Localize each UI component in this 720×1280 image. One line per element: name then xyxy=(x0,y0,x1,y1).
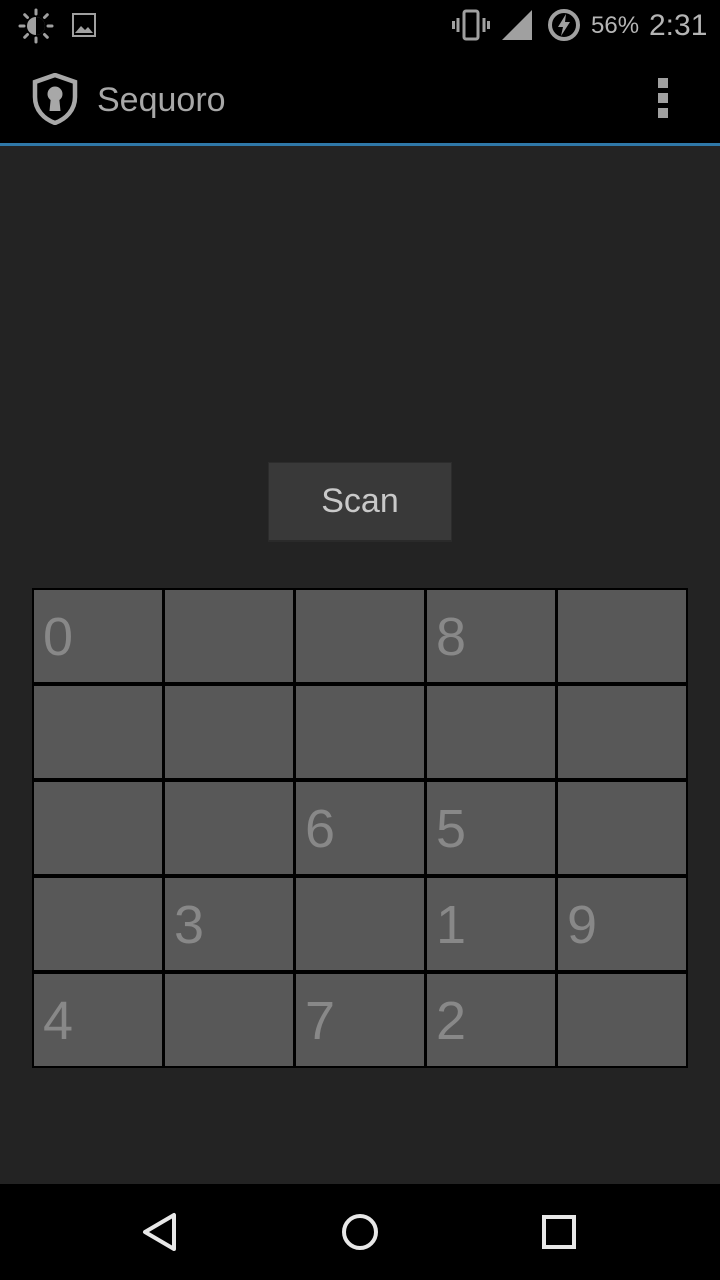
grid-cell-digit: 3 xyxy=(174,895,205,955)
grid-cell[interactable] xyxy=(165,782,293,874)
grid-cell[interactable] xyxy=(34,782,162,874)
grid-cell[interactable]: 6 xyxy=(296,782,424,874)
grid-cell[interactable] xyxy=(34,686,162,778)
screen: 56% 2:31 Sequoro Scan 0 8 6 5 3 1 9 4 7 2 xyxy=(0,0,720,1280)
grid-cell[interactable] xyxy=(296,878,424,970)
action-bar-divider xyxy=(0,143,720,146)
app-title: Sequoro xyxy=(97,81,226,119)
grid-cell-digit: 0 xyxy=(43,607,74,667)
grid-cell[interactable] xyxy=(34,878,162,970)
grid-cell[interactable]: 2 xyxy=(427,974,555,1066)
battery-charging-icon xyxy=(548,9,580,41)
grid-cell-digit: 5 xyxy=(436,799,467,859)
scan-button[interactable]: Scan xyxy=(268,462,452,542)
grid-cell[interactable] xyxy=(558,974,686,1066)
clock: 2:31 xyxy=(649,9,708,42)
overflow-menu-icon[interactable] xyxy=(650,76,678,120)
grid-cell[interactable] xyxy=(165,974,293,1066)
grid-cell[interactable] xyxy=(558,686,686,778)
image-notification-icon xyxy=(72,13,96,37)
grid-cell[interactable]: 5 xyxy=(427,782,555,874)
grid-cell[interactable] xyxy=(558,590,686,682)
navigation-bar xyxy=(0,1184,720,1280)
grid-cell[interactable]: 3 xyxy=(165,878,293,970)
grid-cell-digit: 7 xyxy=(305,991,336,1051)
grid-cell-digit: 1 xyxy=(436,895,467,955)
grid-cell[interactable] xyxy=(558,782,686,874)
grid-cell[interactable]: 4 xyxy=(34,974,162,1066)
number-grid: 0 8 6 5 3 1 9 4 7 2 xyxy=(32,588,688,1068)
recents-icon[interactable] xyxy=(540,1213,578,1251)
grid-cell[interactable]: 9 xyxy=(558,878,686,970)
battery-percent: 56% xyxy=(591,12,640,39)
grid-cell-digit: 8 xyxy=(436,607,467,667)
grid-cell[interactable] xyxy=(165,686,293,778)
grid-cell-digit: 9 xyxy=(567,895,598,955)
signal-icon xyxy=(502,10,532,40)
grid-cell[interactable] xyxy=(427,686,555,778)
grid-cell[interactable]: 0 xyxy=(34,590,162,682)
grid-cell-digit: 2 xyxy=(436,991,467,1051)
grid-cell[interactable]: 8 xyxy=(427,590,555,682)
grid-cell-digit: 4 xyxy=(43,991,74,1051)
brightness-icon xyxy=(18,8,54,44)
status-bar: 56% 2:31 xyxy=(0,0,720,50)
grid-cell[interactable]: 1 xyxy=(427,878,555,970)
vibrate-icon xyxy=(452,9,490,41)
back-icon[interactable] xyxy=(140,1212,180,1252)
grid-cell[interactable] xyxy=(296,590,424,682)
grid-cell[interactable]: 7 xyxy=(296,974,424,1066)
shield-keyhole-icon xyxy=(32,73,78,125)
grid-cell[interactable] xyxy=(296,686,424,778)
grid-cell[interactable] xyxy=(165,590,293,682)
grid-cell-digit: 6 xyxy=(305,799,336,859)
home-icon[interactable] xyxy=(340,1212,380,1252)
